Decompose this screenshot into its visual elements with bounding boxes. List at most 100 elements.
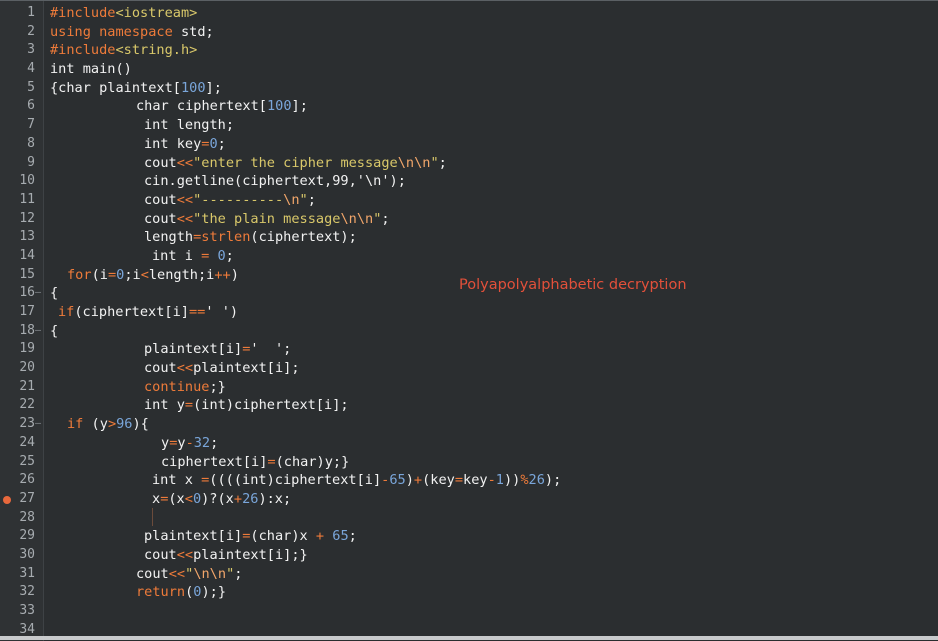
line-number: 9 [27, 154, 35, 170]
code-token: ){ [132, 416, 149, 433]
code-text: cout<<"enter the cipher message\n\n"; [144, 154, 447, 173]
code-token: (key [422, 472, 455, 489]
code-line[interactable]: 9 cout<<"enter the cipher message\n\n"; [0, 154, 938, 173]
code-token: ) [230, 266, 239, 283]
code-line[interactable]: 18–{ [0, 322, 938, 341]
line-number: 33 [19, 603, 35, 618]
code-token: 1 [495, 472, 504, 489]
code-line[interactable]: 27 x=(x<0)?(x+26):x; [0, 490, 938, 509]
code-text: cout<<"\n\n"; [136, 565, 242, 584]
line-number: 10 [19, 173, 35, 189]
code-token: { [50, 285, 59, 302]
code-token: ciphertext[i] [161, 453, 268, 470]
code-line[interactable]: 13 length=strlen(ciphertext); [0, 228, 938, 247]
code-token: ; [210, 434, 219, 451]
code-line[interactable]: 8 int key=0; [0, 135, 938, 154]
code-line[interactable]: 32 return(0);} [0, 583, 938, 602]
code-token: cout [144, 191, 177, 208]
code-line[interactable]: 7 int length; [0, 116, 938, 135]
code-token: using namespace [50, 23, 173, 40]
code-token: (char)y;} [275, 453, 350, 470]
code-line[interactable]: 28 [0, 509, 938, 528]
code-token: = [267, 453, 276, 470]
code-line[interactable]: 6 char ciphertext[100]; [0, 97, 938, 116]
code-line[interactable]: 1 #include<iostream> [0, 4, 938, 23]
code-token: 0 [217, 247, 226, 264]
code-token: char ciphertext[ [136, 98, 267, 115]
fold-toggle-icon[interactable]: – [35, 415, 43, 434]
line-number: 17 [19, 304, 35, 319]
fold-toggle-icon[interactable]: – [35, 322, 43, 341]
code-token: (ciphertext); [250, 229, 357, 246]
code-token: + [413, 472, 423, 489]
code-line[interactable]: 24 y=y-32; [0, 434, 938, 453]
code-line[interactable]: 29 plaintext[i]=(char)x + 65; [0, 527, 938, 546]
code-token: length [144, 229, 194, 246]
code-text: continue;} [144, 378, 226, 397]
code-token: \n\n [340, 210, 374, 227]
line-number: 28 [19, 509, 35, 525]
code-line[interactable]: 26 int x =((((int)ciphertext[i]-65)+(key=… [0, 471, 938, 490]
code-line[interactable]: 11 cout<<"----------\n"; [0, 191, 938, 210]
code-token: cout [136, 565, 169, 582]
code-token: = [454, 472, 464, 489]
indent-guide [152, 508, 153, 526]
code-token: key [463, 472, 488, 489]
code-line[interactable]: 12 cout<<"the plain message\n\n"; [0, 210, 938, 229]
code-line[interactable]: 10 cin.getline(ciphertext,99,'\n'); [0, 172, 938, 191]
line-number: 26 [19, 472, 35, 488]
code-line[interactable]: 25 ciphertext[i]=(char)y;} [0, 453, 938, 472]
code-line[interactable]: 3 #include<string.h> [0, 41, 938, 60]
line-number: 20 [19, 360, 35, 376]
code-token: ):x; [258, 490, 292, 507]
code-token: cout [144, 546, 177, 563]
code-line[interactable]: 23– if (y>96){ [0, 415, 938, 434]
code-line[interactable]: 20 cout<<plaintext[i]; [0, 359, 938, 378]
code-line[interactable]: 31 cout<<"\n\n"; [0, 565, 938, 584]
line-number: 31 [19, 565, 35, 581]
code-token: << [176, 210, 194, 227]
fold-toggle-icon[interactable]: – [35, 284, 43, 303]
code-line[interactable]: 4 int main() [0, 60, 938, 79]
code-line[interactable]: 22 int y=(int)ciphertext[i]; [0, 396, 938, 415]
code-text: for(i=0;i<length;i++) [67, 266, 239, 285]
code-text: int main() [50, 60, 132, 79]
code-token: << [168, 565, 186, 582]
code-line[interactable]: 5 {char plaintext[100]; [0, 79, 938, 98]
code-token: length;i [148, 266, 215, 283]
code-editor[interactable]: 1 #include<iostream> 2 using namespace std;… [0, 0, 938, 641]
code-line[interactable]: 14 int i = 0; [0, 247, 938, 266]
code-text: cout<<plaintext[i];} [144, 546, 308, 565]
code-token: <string.h> [115, 42, 198, 59]
line-number: 18 [19, 322, 35, 338]
code-token: );} [201, 584, 227, 601]
code-line[interactable]: 30 cout<<plaintext[i];} [0, 546, 938, 565]
code-token: 65 [332, 528, 349, 545]
code-line[interactable]: 21 continue;} [0, 378, 938, 397]
code-lines[interactable]: 1 #include<iostream> 2 using namespace std;… [0, 4, 938, 639]
code-text: y=y-32; [161, 434, 218, 453]
code-line[interactable]: 2 using namespace std; [0, 23, 938, 42]
code-token: (x [168, 490, 185, 507]
code-line[interactable]: 17 if(ciphertext[i]==' ') [0, 303, 938, 322]
line-number: 27 [19, 490, 35, 506]
code-token: 32 [193, 434, 211, 451]
code-token: plaintext[i];} [193, 546, 308, 563]
code-text: using namespace std; [50, 23, 214, 42]
code-text: char ciphertext[100]; [136, 97, 308, 116]
code-token: == [188, 304, 206, 320]
code-token: if [67, 416, 84, 433]
line-number: 13 [19, 229, 35, 245]
line-number: 15 [19, 266, 35, 282]
code-line[interactable]: 33 [0, 602, 938, 621]
code-token: " [430, 154, 439, 171]
code-token: {char plaintext[ [50, 79, 181, 96]
code-token: + [315, 528, 325, 545]
code-token: ' '; [250, 341, 292, 358]
code-line[interactable]: 19 plaintext[i]=' '; [0, 340, 938, 359]
line-number: 4 [27, 61, 35, 77]
horizontal-scrollbar[interactable] [0, 636, 938, 640]
line-number: 8 [27, 135, 35, 151]
code-token: \n\n [397, 154, 431, 171]
code-text: int x =((((int)ciphertext[i]-65)+(key=ke… [152, 471, 561, 490]
